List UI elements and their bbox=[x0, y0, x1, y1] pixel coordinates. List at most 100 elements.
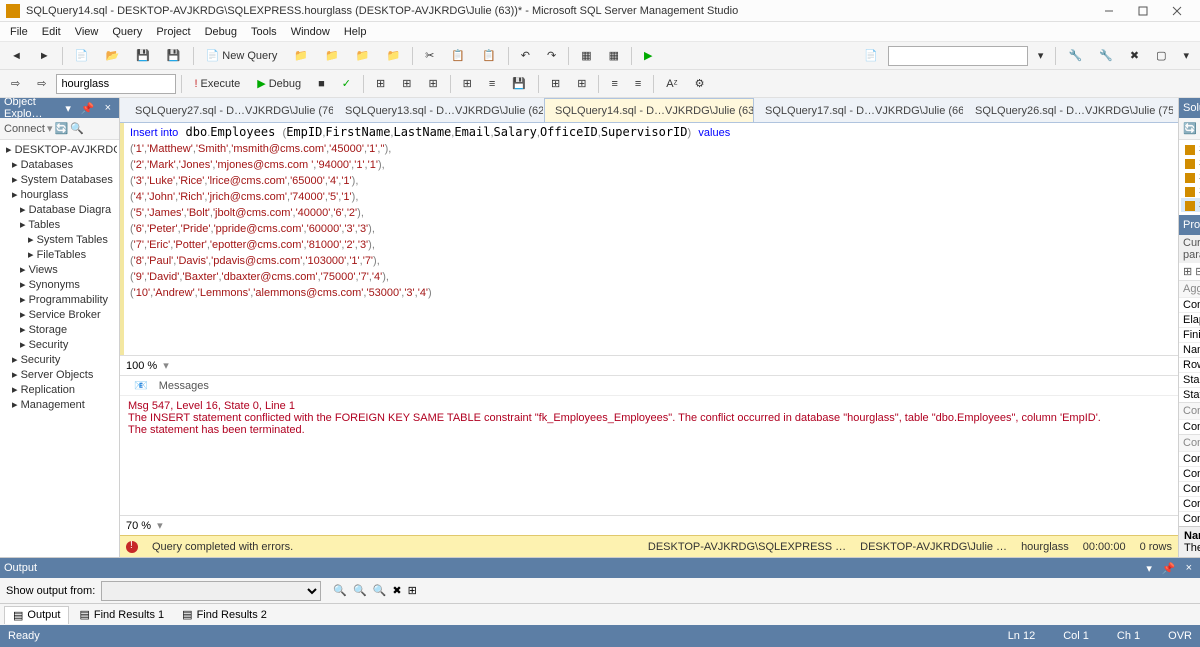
tb-btn[interactable]: ▦ bbox=[574, 45, 598, 67]
filter-icon[interactable]: 🔍 bbox=[70, 122, 84, 135]
property-row[interactable]: Connection start tir3/13/2022 5:28:40 PM bbox=[1179, 496, 1200, 511]
tb-btn[interactable]: ⚙ bbox=[688, 73, 712, 95]
tree-node[interactable]: ▸ System Tables bbox=[2, 232, 117, 247]
sql-editor[interactable]: Insert into dbo.Employees (EmpID,FirstNa… bbox=[120, 123, 1178, 355]
cut-button[interactable]: ✂ bbox=[418, 45, 441, 67]
close-icon[interactable]: × bbox=[101, 102, 115, 115]
tb-btn[interactable]: ✖ bbox=[1123, 45, 1146, 67]
refresh-icon[interactable]: 🔄 bbox=[1183, 122, 1197, 135]
property-row[interactable]: Connection finish ti3/13/2022 5:28:40 PM bbox=[1179, 466, 1200, 481]
tree-node[interactable]: ▸ Databases bbox=[2, 157, 117, 172]
copy-button[interactable]: 📋 bbox=[444, 45, 472, 67]
start-button[interactable]: ▶ bbox=[637, 45, 659, 67]
quick-find-input[interactable] bbox=[888, 46, 1028, 66]
pin-icon[interactable]: ▾ bbox=[1142, 562, 1156, 575]
tool-tab[interactable]: ▤Output bbox=[4, 606, 69, 624]
document-tab[interactable]: SQLQuery17.sql - D…VJKRDG\Julie (66))* bbox=[754, 98, 964, 122]
tree-node[interactable]: ▸ Management bbox=[2, 397, 117, 412]
solution-item[interactable]: SQLQuery12.sql bbox=[1181, 170, 1200, 184]
results-text-button[interactable]: ≡ bbox=[482, 73, 502, 95]
minimize-button[interactable] bbox=[1092, 1, 1126, 21]
comment-button[interactable]: ⊞ bbox=[544, 73, 567, 95]
menu-project[interactable]: Project bbox=[150, 24, 196, 40]
close-button[interactable] bbox=[1160, 1, 1194, 21]
tb-btn[interactable]: Aᶻ bbox=[659, 73, 684, 95]
tb-btn[interactable]: ▾ bbox=[1031, 45, 1051, 67]
object-explorer-tree[interactable]: ▸ DESKTOP-AVJKRDG\S▸ Databases▸ System D… bbox=[0, 140, 119, 557]
tb-btn[interactable]: 🔍 bbox=[353, 584, 367, 597]
messages-tab[interactable]: 📧 Messages bbox=[126, 377, 225, 394]
tree-node[interactable]: ▸ Synonyms bbox=[2, 277, 117, 292]
output-source-select[interactable] bbox=[101, 581, 321, 601]
solution-explorer-tree[interactable]: SQLQuery10.sqlSQLQuery11.sqlSQLQuery12.s… bbox=[1179, 140, 1200, 213]
close-icon[interactable]: × bbox=[1182, 562, 1196, 575]
property-row[interactable]: Connection elapsed00:00:00.026 bbox=[1179, 451, 1200, 466]
tree-node[interactable]: ▸ System Databases bbox=[2, 172, 117, 187]
properties-category[interactable]: Connection Details bbox=[1179, 434, 1200, 451]
tb-btn[interactable]: ▾ bbox=[1176, 45, 1196, 67]
solution-item[interactable]: SQLQuery11.sql bbox=[1181, 156, 1200, 170]
menu-tools[interactable]: Tools bbox=[245, 24, 283, 40]
connect-button[interactable]: Connect bbox=[4, 123, 45, 135]
clear-button[interactable]: ✖ bbox=[392, 584, 401, 597]
results-grid-button[interactable]: ⊞ bbox=[456, 73, 479, 95]
property-row[interactable]: Start time3/13/2022 5:28:40 PM bbox=[1179, 372, 1200, 387]
tree-node[interactable]: ▸ Replication bbox=[2, 382, 117, 397]
tree-node[interactable]: ▸ Security bbox=[2, 337, 117, 352]
property-row[interactable]: NameDESKTOP-AVJKRDG\S bbox=[1179, 342, 1200, 357]
debug-button[interactable]: ▶ Debug bbox=[250, 73, 308, 95]
results-file-button[interactable]: 💾 bbox=[505, 73, 533, 95]
zoom-value[interactable]: 100 % bbox=[126, 360, 157, 372]
open-file-button[interactable]: 📂 bbox=[98, 45, 126, 67]
tb-btn[interactable]: ⊞ bbox=[408, 584, 417, 597]
document-tab[interactable]: SQLQuery26.sql - D…VJKRDG\Julie (75))* bbox=[964, 98, 1174, 122]
tree-node[interactable]: ▸ Storage bbox=[2, 322, 117, 337]
uncomment-button[interactable]: ⊞ bbox=[570, 73, 593, 95]
new-query-button[interactable]: 📄New Query bbox=[199, 45, 285, 67]
execute-button[interactable]: ! Execute bbox=[187, 73, 247, 95]
menu-query[interactable]: Query bbox=[106, 24, 148, 40]
pin-icon[interactable]: ▾ bbox=[61, 102, 75, 115]
tb-btn[interactable]: 📄 bbox=[857, 45, 885, 67]
tb-btn[interactable]: 📁 bbox=[318, 45, 346, 67]
zoom-value[interactable]: 70 % bbox=[126, 520, 151, 532]
property-row[interactable]: Connection rows re0 bbox=[1179, 481, 1200, 496]
tool-tab[interactable]: ▤Find Results 2 bbox=[174, 606, 275, 623]
tb-btn[interactable]: 📁 bbox=[349, 45, 377, 67]
refresh-icon[interactable]: 🔄 bbox=[55, 122, 69, 135]
tb-btn[interactable]: 🔍 bbox=[333, 584, 347, 597]
tb-btn[interactable]: 📁 bbox=[379, 45, 407, 67]
solution-item[interactable]: SQLQuery10.sql bbox=[1181, 142, 1200, 156]
menu-file[interactable]: File bbox=[4, 24, 34, 40]
property-row[interactable]: Connection nameDESKTOP-AVJKRDG\S bbox=[1179, 419, 1200, 434]
tb-btn[interactable]: ▦ bbox=[602, 45, 626, 67]
tb-btn[interactable]: 📁 bbox=[287, 45, 315, 67]
save-all-button[interactable]: 💾 bbox=[160, 45, 188, 67]
tool-tab[interactable]: ▤Find Results 1 bbox=[71, 606, 172, 623]
tb-btn[interactable]: 🔧 bbox=[1092, 45, 1120, 67]
tree-node[interactable]: ▸ Views bbox=[2, 262, 117, 277]
menu-window[interactable]: Window bbox=[285, 24, 336, 40]
menu-edit[interactable]: Edit bbox=[36, 24, 67, 40]
database-selector[interactable] bbox=[56, 74, 176, 94]
tree-node[interactable]: ▸ Database Diagra bbox=[2, 202, 117, 217]
properties-category[interactable]: Connection bbox=[1179, 402, 1200, 419]
property-row[interactable]: Connection failures bbox=[1179, 297, 1200, 312]
document-tab[interactable]: SQLQuery27.sql - D…VJKRDG\Julie (76))* bbox=[124, 98, 334, 122]
save-button[interactable]: 💾 bbox=[129, 45, 157, 67]
tree-node[interactable]: ▸ hourglass bbox=[2, 187, 117, 202]
stop-button[interactable]: ■ bbox=[311, 73, 332, 95]
undo-button[interactable]: ↶ bbox=[514, 45, 537, 67]
tree-node[interactable]: ▸ Service Broker bbox=[2, 307, 117, 322]
back-button[interactable]: ◄ bbox=[4, 45, 29, 67]
tb-btn[interactable]: ⊞ bbox=[369, 73, 392, 95]
tree-node[interactable]: ▸ DESKTOP-AVJKRDG\S bbox=[2, 142, 117, 157]
maximize-button[interactable] bbox=[1126, 1, 1160, 21]
tb-btn[interactable]: ⇨ bbox=[4, 73, 27, 95]
property-row[interactable]: Finish time3/13/2022 5:28:40 PM bbox=[1179, 327, 1200, 342]
new-file-button[interactable]: 📄 bbox=[68, 45, 96, 67]
pushpin-icon[interactable]: 📌 bbox=[1158, 562, 1180, 575]
solution-item[interactable]: SQLQuery14.sql bbox=[1181, 198, 1200, 212]
property-row[interactable]: Connection stateOpen bbox=[1179, 511, 1200, 526]
document-tab[interactable]: SQLQuery13.sql - D…VJKRDG\Julie (62))* bbox=[334, 98, 544, 122]
